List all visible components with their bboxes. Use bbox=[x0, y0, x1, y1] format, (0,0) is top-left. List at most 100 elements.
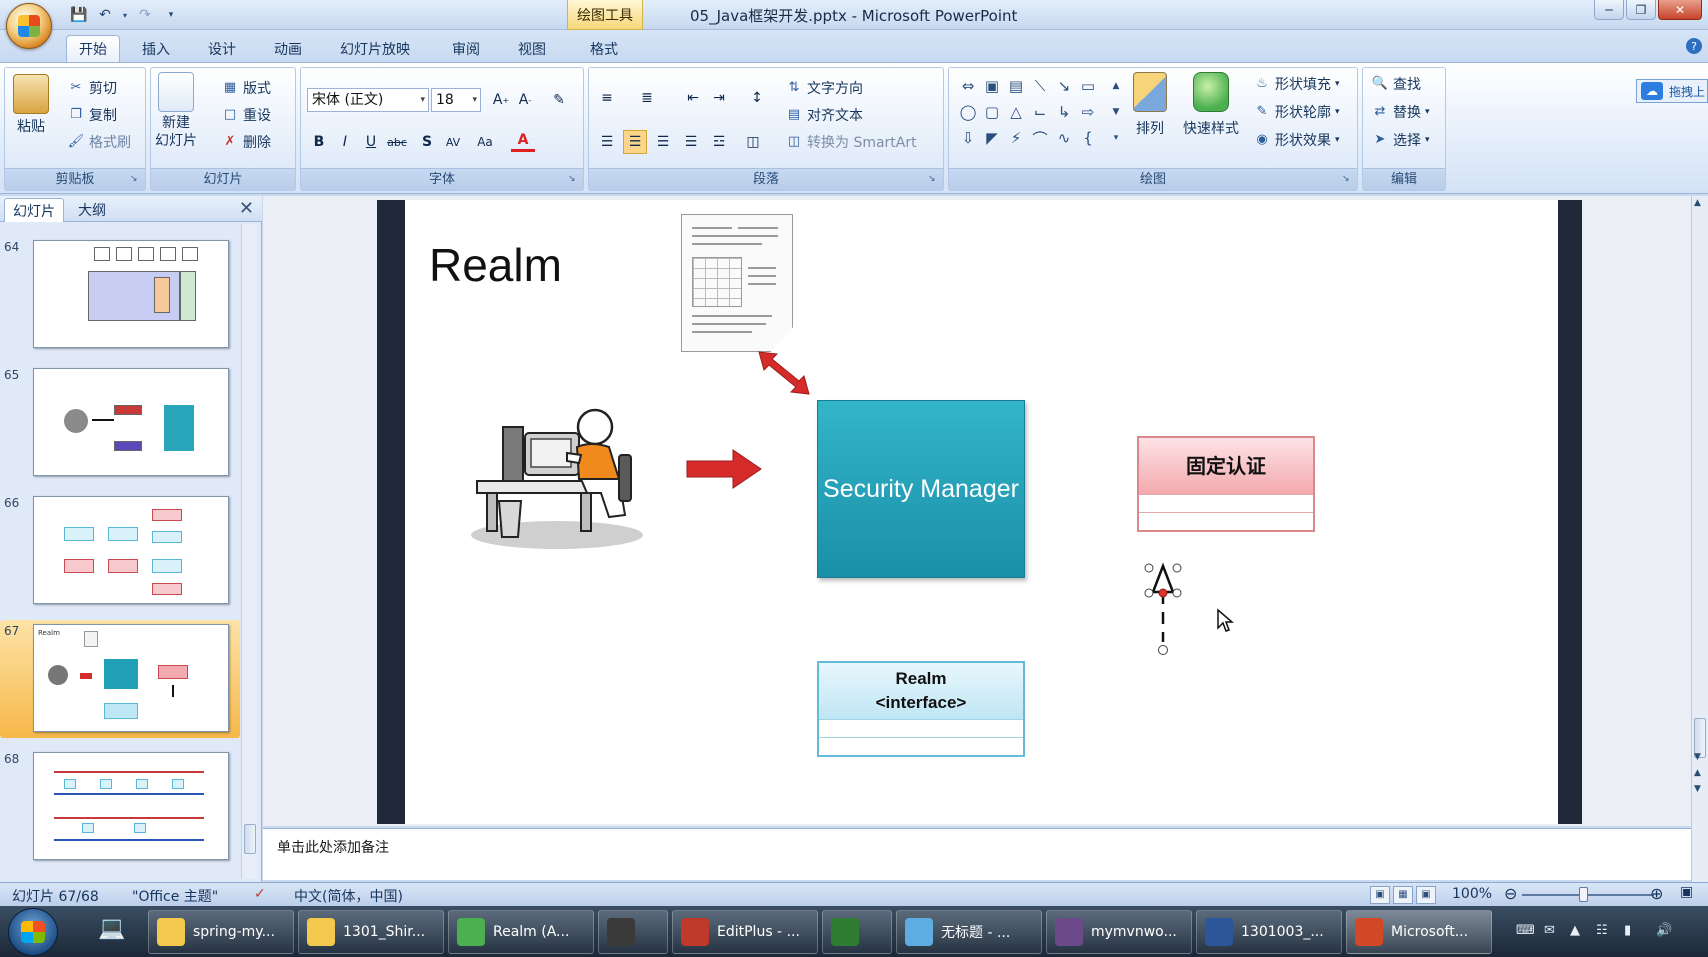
shape-effects-button[interactable]: ◉ 形状效果 ▾ bbox=[1253, 130, 1339, 150]
align-left-icon[interactable]: ☰ bbox=[595, 130, 619, 154]
notification-icon[interactable]: ✉ bbox=[1544, 923, 1555, 938]
slide-vertical-scrollbar[interactable]: ▲ ▼ ▲ ▼ bbox=[1691, 196, 1708, 882]
font-color-icon[interactable]: A bbox=[511, 130, 535, 152]
increase-indent-icon[interactable]: ⇥ bbox=[707, 86, 731, 110]
grow-font-icon[interactable]: A + bbox=[489, 88, 513, 112]
align-right-icon[interactable]: ☰ bbox=[651, 130, 675, 154]
justify-icon[interactable]: ☰ bbox=[679, 130, 703, 154]
spell-check-icon[interactable]: ✓ bbox=[254, 886, 266, 902]
fixed-auth-class-box[interactable]: 固定认证 bbox=[1137, 436, 1315, 532]
oval-shape-icon[interactable]: ◯ bbox=[957, 102, 979, 122]
signal-icon[interactable]: ▮ bbox=[1624, 923, 1631, 938]
zoom-slider-handle[interactable] bbox=[1579, 887, 1588, 902]
bold-icon[interactable]: B bbox=[307, 130, 331, 154]
taskbar-item[interactable] bbox=[822, 910, 892, 954]
layout-button[interactable]: ▦ 版式 bbox=[221, 78, 271, 98]
italic-icon[interactable]: I bbox=[333, 130, 357, 154]
slide-sorter-view-icon[interactable]: ▦ bbox=[1393, 886, 1413, 904]
slide-thumbnail[interactable]: 65 bbox=[0, 364, 240, 482]
strikethrough-icon[interactable]: abc bbox=[385, 130, 409, 154]
previous-slide-icon[interactable]: ▲ bbox=[1694, 768, 1701, 778]
next-slide-icon[interactable]: ▼ bbox=[1694, 784, 1701, 794]
language-indicator[interactable]: 中文(简体，中国) bbox=[294, 886, 403, 906]
close-icon[interactable]: ✕ bbox=[239, 198, 254, 219]
dialog-launcher-icon[interactable]: ↘ bbox=[1342, 174, 1354, 186]
align-center-icon[interactable]: ☰ bbox=[623, 130, 647, 154]
bullets-icon[interactable]: ≡ bbox=[595, 86, 619, 110]
arrow-shape-icon[interactable]: ⇔ bbox=[957, 76, 979, 96]
slide-canvas[interactable]: Realm Security Manager 固定认证 Realm <inter… bbox=[405, 200, 1558, 824]
zoom-level[interactable]: 100% bbox=[1452, 886, 1492, 902]
tab-animations[interactable]: 动画 bbox=[262, 35, 314, 62]
shapes-scroll-up-icon[interactable]: ▲ bbox=[1105, 76, 1127, 96]
distributed-icon[interactable]: ☲ bbox=[707, 130, 731, 154]
redo-icon[interactable]: ↷ bbox=[134, 5, 156, 25]
scroll-down-icon[interactable]: ▼ bbox=[1694, 752, 1701, 762]
tab-format[interactable]: 格式 bbox=[578, 35, 630, 62]
fit-to-window-icon[interactable]: ▣ bbox=[1680, 884, 1693, 900]
taskbar-item[interactable] bbox=[598, 910, 668, 954]
new-slide-button[interactable]: 新建 幻灯片 bbox=[155, 72, 197, 150]
font-name-combo[interactable]: 宋体 (正文) ▾ bbox=[307, 88, 429, 112]
tab-slides-panel[interactable]: 幻灯片 bbox=[4, 198, 64, 222]
line-shape-icon[interactable]: ⟍ bbox=[1029, 76, 1051, 96]
align-text-button[interactable]: ▤ 对齐文本 bbox=[785, 105, 863, 125]
undo-dropdown-icon[interactable]: ▾ bbox=[120, 5, 130, 25]
zoom-slider-track[interactable] bbox=[1522, 894, 1654, 896]
select-button[interactable]: ➤ 选择 ▾ bbox=[1371, 130, 1430, 150]
tab-slide-show[interactable]: 幻灯片放映 bbox=[328, 35, 422, 62]
slide-thumbnail[interactable]: 66 bbox=[0, 492, 240, 610]
taskbar-item[interactable]: mymvnwo... bbox=[1046, 910, 1192, 954]
shape-fill-button[interactable]: ♨ 形状填充 ▾ bbox=[1253, 74, 1339, 94]
paste-button[interactable]: 粘贴 bbox=[13, 74, 49, 136]
close-button[interactable]: ✕ bbox=[1658, 0, 1702, 20]
cut-button[interactable]: ✂ 剪切 bbox=[67, 78, 117, 98]
taskbar-item[interactable]: spring-my... bbox=[148, 910, 294, 954]
shape-outline-button[interactable]: ✎ 形状轮廓 ▾ bbox=[1253, 102, 1340, 122]
pinned-app-icon[interactable]: 💻 bbox=[98, 916, 125, 941]
rounded-rect-shape-icon[interactable]: ▢ bbox=[981, 102, 1003, 122]
minimize-button[interactable]: ─ bbox=[1594, 0, 1624, 20]
undo-icon[interactable]: ↶ bbox=[94, 5, 116, 25]
char-spacing-icon[interactable]: AV bbox=[441, 130, 465, 154]
shrink-font-icon[interactable]: A- bbox=[513, 88, 537, 112]
right-arrow-icon[interactable] bbox=[685, 448, 763, 490]
brace-shape-icon[interactable]: { bbox=[1077, 128, 1099, 148]
shapes-more-icon[interactable]: ▾ bbox=[1105, 128, 1127, 148]
notes-placeholder[interactable]: 单击此处添加备注 bbox=[277, 837, 389, 857]
taskbar-item[interactable]: 1301_Shir... bbox=[298, 910, 444, 954]
taskbar-item[interactable]: EditPlus - ... bbox=[672, 910, 818, 954]
quick-styles-button[interactable]: 快速样式 bbox=[1183, 72, 1239, 138]
arc-shape-icon[interactable]: ⌒ bbox=[1029, 128, 1051, 148]
tab-home[interactable]: 开始 bbox=[66, 35, 120, 62]
change-case-icon[interactable]: Aa bbox=[473, 130, 497, 154]
realm-interface-box[interactable]: Realm <interface> bbox=[817, 661, 1025, 757]
clear-formatting-icon[interactable]: ✎ bbox=[547, 88, 571, 112]
document-icon[interactable] bbox=[681, 214, 793, 352]
volume-icon[interactable]: 🔊 bbox=[1656, 923, 1672, 938]
network-icon[interactable]: ☷ bbox=[1596, 923, 1608, 938]
shadow-icon[interactable]: S bbox=[415, 130, 439, 154]
share-button[interactable]: ☁ 拖拽上 bbox=[1636, 79, 1708, 103]
columns-icon[interactable]: ◫ bbox=[741, 130, 765, 154]
textbox-shape-icon[interactable]: ▣ bbox=[981, 76, 1003, 96]
rectangle-shape-icon[interactable]: ▭ bbox=[1077, 76, 1099, 96]
taskbar-item[interactable]: 1301003_... bbox=[1196, 910, 1342, 954]
slide-thumbnail[interactable]: 68 bbox=[0, 748, 240, 866]
taskbar-item-active[interactable]: Microsoft... bbox=[1346, 910, 1492, 954]
vertical-textbox-shape-icon[interactable]: ▤ bbox=[1005, 76, 1027, 96]
right-arrow-shape-icon[interactable]: ⇨ bbox=[1077, 102, 1099, 122]
format-painter-button[interactable]: 🖌 格式刷 bbox=[67, 132, 131, 152]
arrange-button[interactable]: 排列 bbox=[1133, 72, 1167, 138]
help-icon[interactable]: ? bbox=[1686, 38, 1702, 54]
copy-button[interactable]: ❐ 复制 bbox=[67, 105, 117, 125]
underline-icon[interactable]: U bbox=[359, 130, 383, 154]
restore-button[interactable]: ❐ bbox=[1626, 0, 1656, 20]
triangle-shape-icon[interactable]: △ bbox=[1005, 102, 1027, 122]
double-arrow-icon[interactable] bbox=[755, 348, 815, 398]
line-spacing-icon[interactable]: ↕ bbox=[745, 86, 769, 110]
thumbnail-scrollbar[interactable] bbox=[241, 224, 257, 879]
customize-qat-icon[interactable]: ▾ bbox=[160, 5, 182, 25]
slide-show-view-icon[interactable]: ▣ bbox=[1416, 886, 1436, 904]
tab-review[interactable]: 审阅 bbox=[440, 35, 492, 62]
